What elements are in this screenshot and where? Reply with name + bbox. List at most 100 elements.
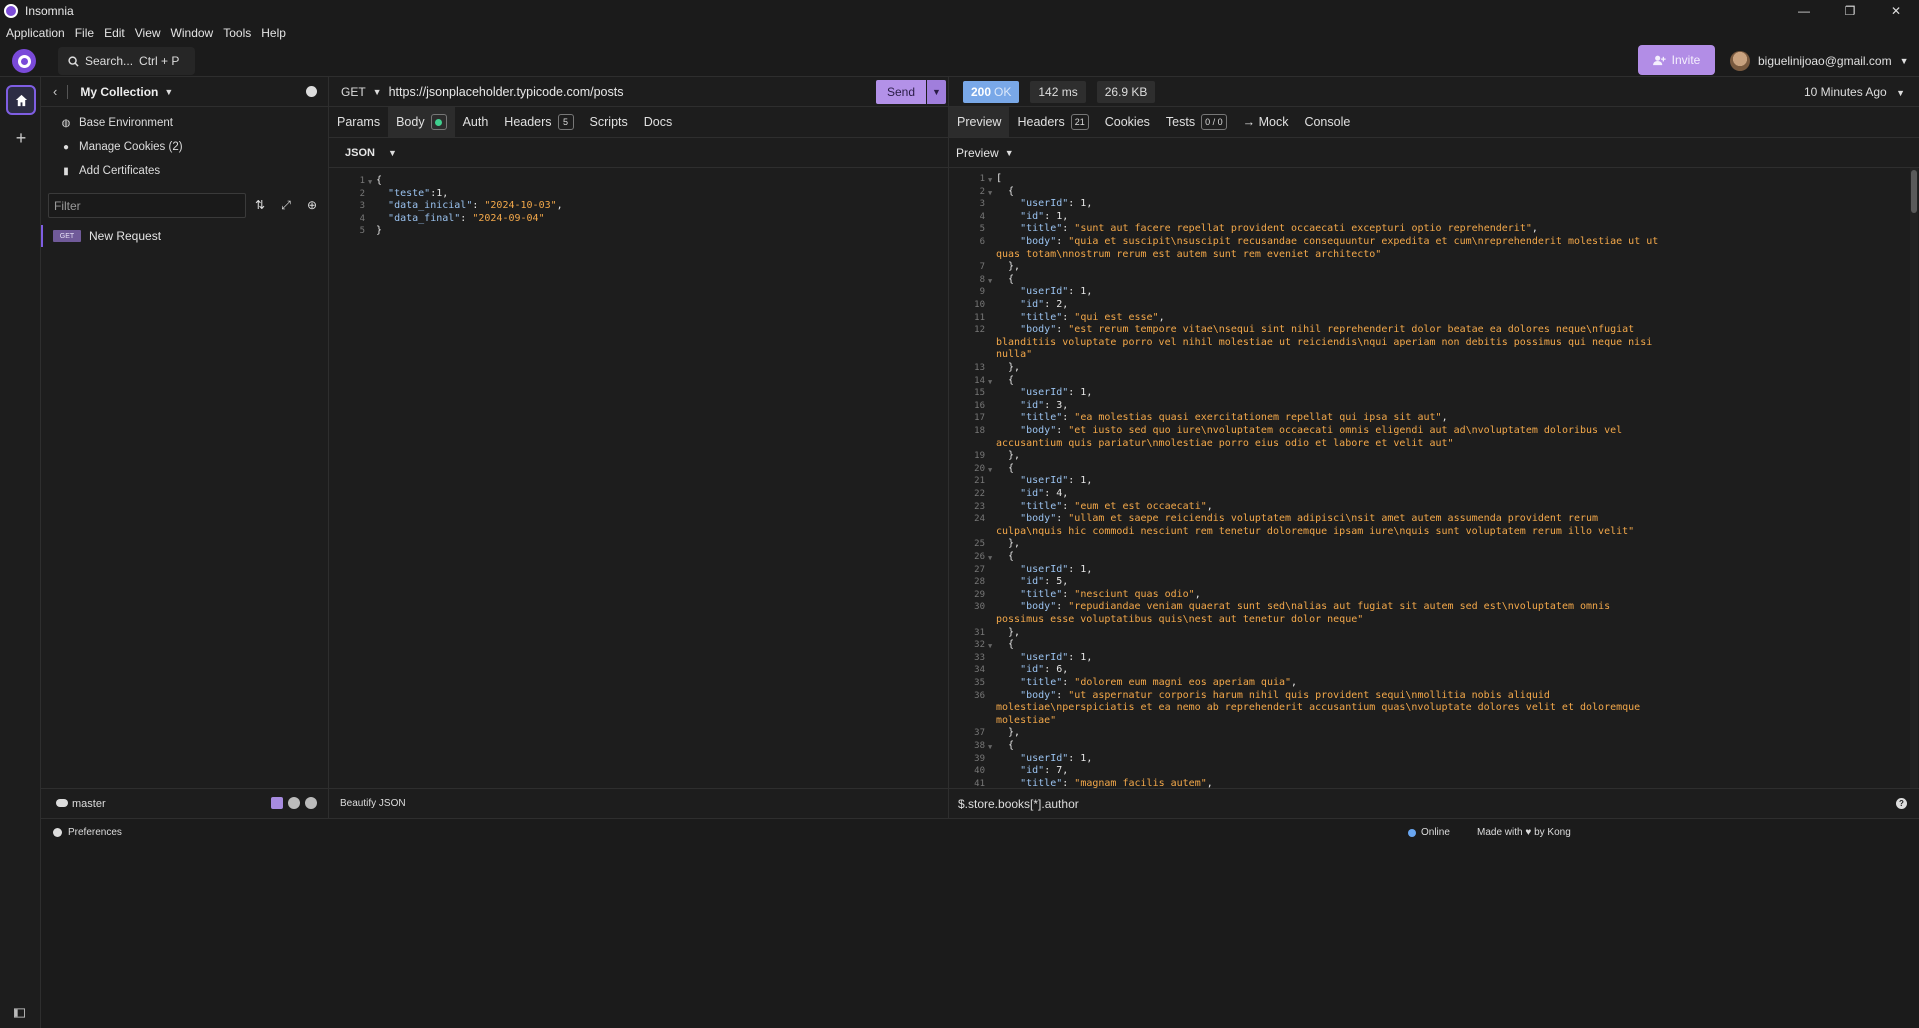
back-icon[interactable]: ‹ bbox=[53, 84, 57, 99]
body-type-selector[interactable]: JSON ▼ bbox=[329, 138, 949, 168]
send-button[interactable]: Send bbox=[876, 80, 926, 104]
code-line: quas totam\nnostrum rerum est autem sunt… bbox=[996, 248, 1382, 260]
fold-toggle-icon[interactable]: ▼ bbox=[988, 640, 992, 653]
file-icon: ▮ bbox=[63, 165, 69, 177]
tab-body[interactable]: Body bbox=[388, 107, 455, 137]
code-line: "title": "sunt aut facere repellat provi… bbox=[1020, 223, 1538, 235]
run-collection-icon[interactable] bbox=[306, 86, 317, 97]
tab-label: Docs bbox=[643, 115, 673, 129]
menu-tools[interactable]: Tools bbox=[223, 26, 251, 40]
tab-label: Params bbox=[337, 115, 381, 129]
code-line: "id": 7, bbox=[1020, 765, 1069, 777]
preview-mode-selector[interactable]: Preview ▼ bbox=[949, 138, 1919, 168]
tests-count-badge: 0 / 0 bbox=[1201, 114, 1227, 130]
tab-mock[interactable]: → Mock bbox=[1235, 107, 1297, 137]
sidebar-item-add-certificates[interactable]: ▮ Add Certificates bbox=[61, 160, 160, 182]
minimize-button[interactable]: — bbox=[1781, 0, 1827, 22]
chevron-down-icon[interactable]: ▼ bbox=[164, 87, 173, 97]
tab-response-headers[interactable]: Headers 21 bbox=[1009, 107, 1096, 137]
response-panel: 200 OK 142 ms 26.9 KB 10 Minutes Ago ▼ Pr… bbox=[949, 77, 1919, 788]
title-bar: Insomnia — ❐ ✕ bbox=[0, 0, 1919, 22]
preferences-button[interactable]: Preferences bbox=[53, 827, 122, 838]
response-filter-input[interactable]: $.store.books[*].author bbox=[958, 797, 1079, 811]
line-number: 15 bbox=[974, 388, 985, 399]
user-menu[interactable]: biguelinijoao@gmail.com ▼ bbox=[1730, 49, 1909, 73]
tab-headers[interactable]: Headers 5 bbox=[496, 107, 581, 137]
branch-name[interactable]: master bbox=[72, 798, 106, 810]
cloud-download-icon[interactable] bbox=[288, 797, 300, 809]
fold-toggle-icon[interactable]: ▼ bbox=[368, 176, 372, 189]
send-options-chevron-down-icon[interactable]: ▼ bbox=[927, 80, 946, 104]
cube-icon[interactable] bbox=[271, 797, 283, 809]
request-name: New Request bbox=[89, 229, 162, 243]
restore-button[interactable]: ❐ bbox=[1827, 0, 1873, 22]
response-body-viewer[interactable]: 1 ▼[2 ▼ {3 "userId": 1, 4 "id": 1, 5 "title"… bbox=[949, 173, 1907, 788]
tab-docs[interactable]: Docs bbox=[636, 107, 680, 137]
sidebar-toggle-icon bbox=[14, 1008, 25, 1018]
tab-label: Headers bbox=[1017, 115, 1065, 129]
code-line: { bbox=[376, 175, 383, 186]
menu-help[interactable]: Help bbox=[261, 26, 286, 40]
beautify-json-button[interactable]: Beautify JSON bbox=[340, 798, 406, 809]
add-project-button[interactable]: + bbox=[10, 127, 32, 149]
tab-console[interactable]: Console bbox=[1296, 107, 1358, 137]
fold-toggle-icon[interactable]: ▼ bbox=[988, 552, 992, 565]
cloud-upload-icon[interactable] bbox=[305, 797, 317, 809]
code-line: "id": 2, bbox=[1020, 299, 1069, 310]
line-number: 17 bbox=[974, 413, 985, 424]
request-body-editor[interactable]: 1 ▼ {2 "teste":1, 3 "data_inicial": "2024-1… bbox=[329, 175, 949, 775]
tab-scripts[interactable]: Scripts bbox=[582, 107, 636, 137]
add-icon[interactable]: ⊕ bbox=[304, 197, 320, 213]
help-icon[interactable]: ? bbox=[1896, 798, 1907, 809]
expand-icon[interactable]: ⤢ bbox=[278, 197, 294, 213]
sidebar-item-base-environment[interactable]: ◍ Base Environment bbox=[61, 112, 173, 134]
fold-toggle-icon[interactable]: ▼ bbox=[988, 174, 992, 187]
tab-tests[interactable]: Tests 0 / 0 bbox=[1158, 107, 1235, 137]
app-title: Insomnia bbox=[25, 4, 74, 18]
home-button[interactable] bbox=[6, 85, 36, 115]
method-badge: GET bbox=[53, 230, 81, 242]
scrollbar[interactable] bbox=[1910, 168, 1918, 788]
code-line: "id": 6, bbox=[1020, 664, 1069, 676]
fold-toggle-icon[interactable]: ▼ bbox=[988, 464, 992, 477]
code-line: "body": "ut aspernatur corporis harum ni… bbox=[1020, 689, 1550, 701]
code-line: "id": 4, bbox=[1020, 488, 1069, 499]
search-button[interactable]: Search... Ctrl + P bbox=[58, 47, 195, 75]
line-number: 20 bbox=[974, 463, 985, 474]
code-line: culpa\nquis hic commodi nesciunt rem ten… bbox=[996, 525, 1635, 537]
menu-window[interactable]: Window bbox=[171, 26, 214, 40]
code-line: { bbox=[996, 185, 1015, 197]
filter-input[interactable]: Filter bbox=[48, 193, 246, 218]
tab-cookies[interactable]: Cookies bbox=[1097, 107, 1158, 137]
method-select[interactable]: GET bbox=[341, 85, 366, 99]
code-line: "body": "quia et suscipit\nsuscipit recu… bbox=[1020, 236, 1659, 247]
tab-params[interactable]: Params bbox=[329, 107, 388, 137]
menu-application[interactable]: Application bbox=[6, 26, 65, 40]
fold-toggle-icon[interactable]: ▼ bbox=[988, 741, 992, 754]
toggle-sidebar-button[interactable] bbox=[14, 1008, 28, 1022]
tab-preview[interactable]: Preview bbox=[949, 107, 1010, 137]
url-input[interactable]: https://jsonplaceholder.typicode.com/pos… bbox=[389, 85, 624, 99]
search-label: Search... bbox=[85, 54, 134, 68]
response-history-dropdown[interactable]: 10 Minutes Ago ▼ bbox=[1804, 85, 1905, 99]
fold-toggle-icon[interactable]: ▼ bbox=[988, 187, 992, 200]
scrollbar-thumb[interactable] bbox=[1911, 170, 1917, 213]
tab-auth[interactable]: Auth bbox=[455, 107, 497, 137]
fold-toggle-icon[interactable]: ▼ bbox=[988, 376, 992, 389]
sort-icon[interactable]: ⇅ bbox=[252, 197, 268, 213]
headers-count-badge: 21 bbox=[1070, 114, 1089, 130]
insomnia-home-logo-icon[interactable] bbox=[12, 49, 36, 73]
invite-button[interactable]: Invite bbox=[1638, 45, 1715, 75]
line-number: 8 bbox=[979, 274, 985, 285]
chevron-down-icon[interactable]: ▼ bbox=[373, 87, 382, 97]
fold-toggle-icon[interactable]: ▼ bbox=[988, 275, 992, 288]
request-item-new-request[interactable]: GET New Request bbox=[41, 225, 329, 247]
tab-label: Auth bbox=[462, 115, 489, 129]
menu-edit[interactable]: Edit bbox=[104, 26, 125, 40]
sidebar-item-manage-cookies[interactable]: ● Manage Cookies (2) bbox=[61, 136, 183, 158]
close-button[interactable]: ✕ bbox=[1873, 0, 1919, 22]
collection-title[interactable]: My Collection bbox=[80, 85, 158, 99]
made-with-kong-link[interactable]: Made with ♥ by Kong bbox=[1477, 827, 1571, 838]
menu-file[interactable]: File bbox=[75, 26, 94, 40]
menu-view[interactable]: View bbox=[135, 26, 161, 40]
